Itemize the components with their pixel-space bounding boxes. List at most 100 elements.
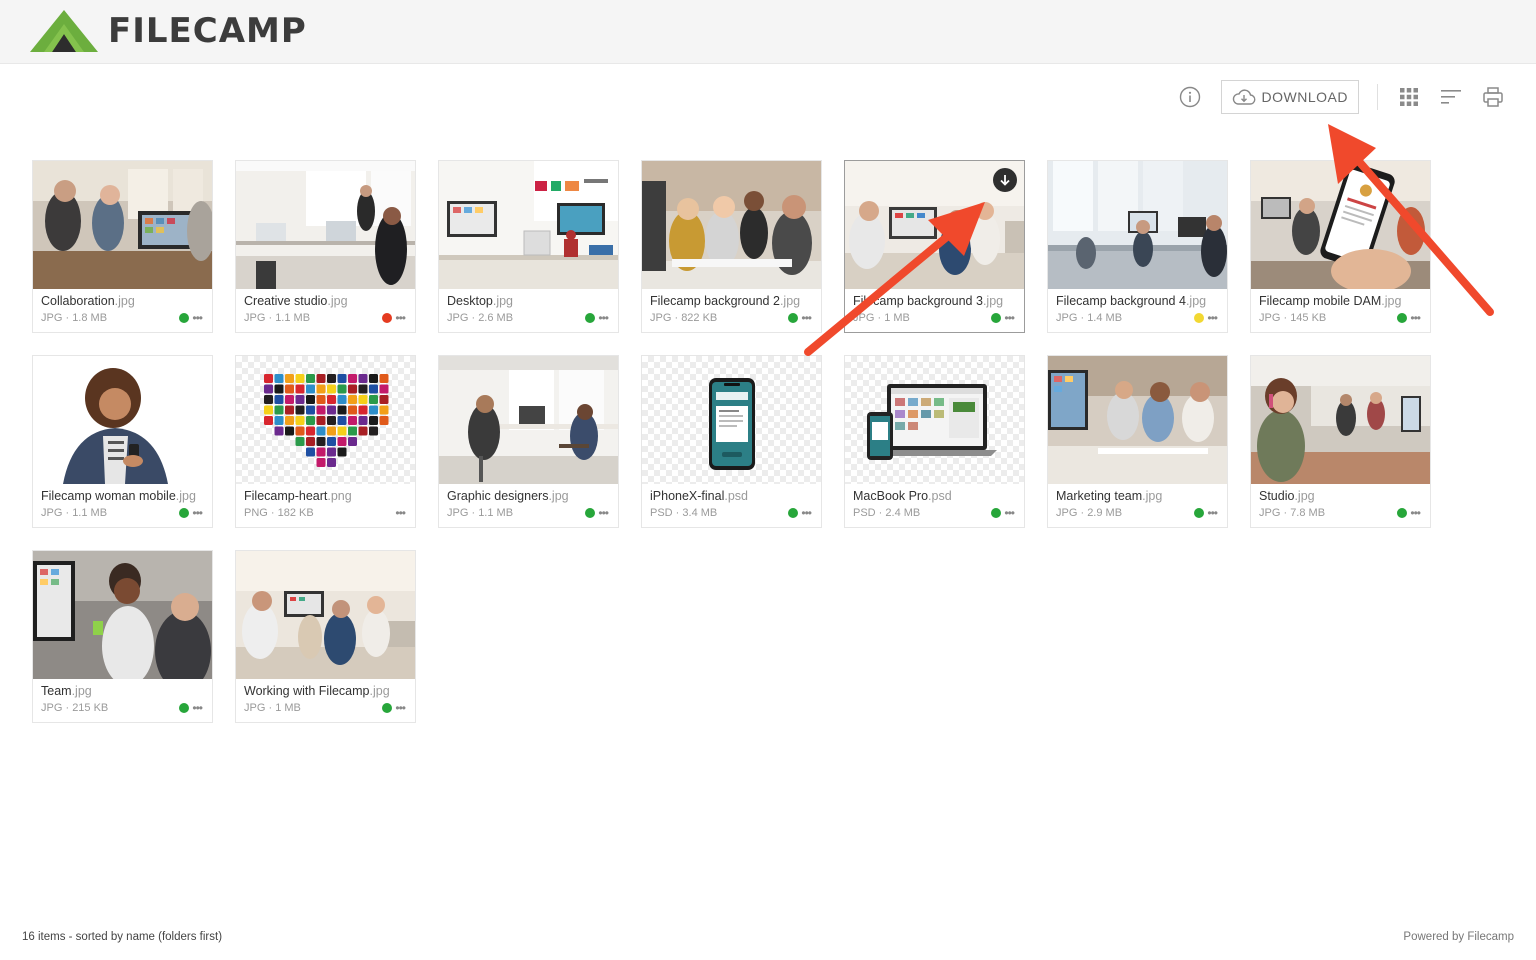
- file-type: JPG: [41, 312, 63, 324]
- more-options-icon[interactable]: •••: [192, 312, 203, 324]
- file-size: 7.8 MB: [1290, 507, 1326, 519]
- file-thumbnail[interactable]: [1251, 356, 1430, 484]
- thumbnail-image: [236, 161, 415, 289]
- file-thumbnail[interactable]: [1048, 161, 1227, 289]
- file-card-filecamp-background-2[interactable]: Filecamp background 2.jpg JPG · 822 KB •…: [641, 160, 822, 333]
- download-button[interactable]: DOWNLOAD: [1220, 80, 1359, 114]
- file-thumbnail[interactable]: [33, 161, 212, 289]
- filecamp-logo[interactable]: FILECAMP: [30, 10, 307, 52]
- status-dot: [1194, 508, 1205, 518]
- more-options-icon[interactable]: •••: [1004, 312, 1015, 324]
- print-button[interactable]: [1480, 84, 1506, 110]
- file-name-base: Filecamp background 3: [853, 294, 983, 308]
- file-name-base: Working with Filecamp: [244, 684, 370, 698]
- file-card-macbook-pro[interactable]: MacBook Pro.psd PSD · 2.4 MB •••: [844, 355, 1025, 528]
- more-options-icon[interactable]: •••: [395, 507, 406, 519]
- file-card-filecamp-woman-mobile[interactable]: Filecamp woman mobile.jpg JPG · 1.1 MB •…: [32, 355, 213, 528]
- status-dot: [382, 313, 393, 323]
- file-status: •••: [1397, 312, 1421, 324]
- file-type: JPG: [853, 312, 875, 324]
- file-thumbnail[interactable]: [439, 356, 618, 484]
- more-options-icon[interactable]: •••: [192, 702, 203, 714]
- file-thumbnail[interactable]: [439, 161, 618, 289]
- grid-view-button[interactable]: [1396, 84, 1422, 110]
- file-status: •••: [179, 312, 203, 324]
- more-options-icon[interactable]: •••: [598, 507, 609, 519]
- thumbnail-image: [439, 356, 618, 484]
- file-card-filecamp-background-3[interactable]: Filecamp background 3.jpg JPG · 1 MB •••: [844, 160, 1025, 333]
- file-status: •••: [788, 507, 812, 519]
- more-options-icon[interactable]: •••: [1004, 507, 1015, 519]
- file-thumbnail[interactable]: [642, 356, 821, 484]
- file-card-working-with-filecamp[interactable]: Working with Filecamp.jpg JPG · 1 MB •••: [235, 550, 416, 723]
- file-extension: .psd: [724, 489, 748, 503]
- toolbar: DOWNLOAD: [1177, 80, 1506, 114]
- file-card-desktop[interactable]: Desktop.jpg JPG · 2.6 MB •••: [438, 160, 619, 333]
- file-card-graphic-designers[interactable]: Graphic designers.jpg JPG · 1.1 MB •••: [438, 355, 619, 528]
- file-name: Filecamp mobile DAM.jpg: [1259, 294, 1422, 308]
- file-card-filecamp-heart[interactable]: Filecamp-heart.png PNG · 182 KB •••: [235, 355, 416, 528]
- file-thumbnail[interactable]: [236, 356, 415, 484]
- file-card-marketing-team[interactable]: Marketing team.jpg JPG · 2.9 MB •••: [1047, 355, 1228, 528]
- file-name: Studio.jpg: [1259, 489, 1422, 503]
- more-options-icon[interactable]: •••: [598, 312, 609, 324]
- more-options-icon[interactable]: •••: [801, 312, 812, 324]
- file-thumbnail[interactable]: [33, 551, 212, 679]
- file-thumbnail[interactable]: [33, 356, 212, 484]
- file-extension: .jpg: [369, 684, 390, 698]
- more-options-icon[interactable]: •••: [395, 312, 406, 324]
- more-options-icon[interactable]: •••: [1410, 312, 1421, 324]
- more-options-icon[interactable]: •••: [1207, 507, 1218, 519]
- print-icon: [1483, 87, 1503, 107]
- file-thumbnail[interactable]: [642, 161, 821, 289]
- file-card-filecamp-background-4[interactable]: Filecamp background 4.jpg JPG · 1.4 MB •…: [1047, 160, 1228, 333]
- thumbnail-image: [439, 161, 618, 289]
- file-name-base: MacBook Pro: [853, 489, 929, 503]
- thumbnail-image: [236, 551, 415, 679]
- file-card-creative-studio[interactable]: Creative studio.jpg JPG · 1.1 MB •••: [235, 160, 416, 333]
- file-extension: .jpg: [1381, 294, 1402, 308]
- file-name-base: iPhoneX-final: [650, 489, 725, 503]
- file-card-filecamp-mobile-dam[interactable]: Filecamp mobile DAM.jpg JPG · 145 KB •••: [1250, 160, 1431, 333]
- status-dot: [382, 703, 393, 713]
- file-type: JPG: [447, 507, 469, 519]
- file-thumbnail[interactable]: [1251, 161, 1430, 289]
- file-card-iphonex-final[interactable]: iPhoneX-final.psd PSD · 3.4 MB •••: [641, 355, 822, 528]
- file-name-base: Filecamp background 2: [650, 294, 780, 308]
- file-type: JPG: [244, 702, 266, 714]
- app-header: FILECAMP: [0, 0, 1536, 64]
- file-name-base: Graphic designers: [447, 489, 549, 503]
- more-options-icon[interactable]: •••: [192, 507, 203, 519]
- file-name: Filecamp background 3.jpg: [853, 294, 1016, 308]
- file-card-studio[interactable]: Studio.jpg JPG · 7.8 MB •••: [1250, 355, 1431, 528]
- file-thumbnail[interactable]: [236, 161, 415, 289]
- thumbnail-image: [1048, 356, 1227, 484]
- file-card-team[interactable]: Team.jpg JPG · 215 KB •••: [32, 550, 213, 723]
- more-options-icon[interactable]: •••: [395, 702, 406, 714]
- thumbnail-image: [264, 374, 389, 467]
- file-type: PSD: [853, 507, 876, 519]
- file-status: •••: [788, 312, 812, 324]
- file-thumbnail[interactable]: [845, 356, 1024, 484]
- file-status: •••: [1397, 507, 1421, 519]
- file-thumbnail[interactable]: [1048, 356, 1227, 484]
- file-card-collaboration[interactable]: Collaboration.jpg JPG · 1.8 MB •••: [32, 160, 213, 333]
- file-name-base: Marketing team: [1056, 489, 1143, 503]
- cloud-download-icon: [1232, 89, 1255, 105]
- file-type: PSD: [650, 507, 673, 519]
- file-size: 1 MB: [275, 702, 301, 714]
- file-status: •••: [382, 312, 406, 324]
- more-options-icon[interactable]: •••: [1410, 507, 1421, 519]
- sort-button[interactable]: [1438, 84, 1464, 110]
- file-extension: .jpg: [327, 294, 348, 308]
- info-button[interactable]: [1177, 84, 1203, 110]
- file-extension: .jpg: [1142, 489, 1163, 503]
- download-arrow-icon[interactable]: [993, 168, 1017, 192]
- more-options-icon[interactable]: •••: [801, 507, 812, 519]
- file-name-base: Team: [41, 684, 72, 698]
- file-thumbnail[interactable]: [845, 161, 1024, 289]
- powered-by-link[interactable]: Powered by Filecamp: [1403, 931, 1514, 943]
- file-thumbnail[interactable]: [236, 551, 415, 679]
- file-type: JPG: [1056, 507, 1078, 519]
- more-options-icon[interactable]: •••: [1207, 312, 1218, 324]
